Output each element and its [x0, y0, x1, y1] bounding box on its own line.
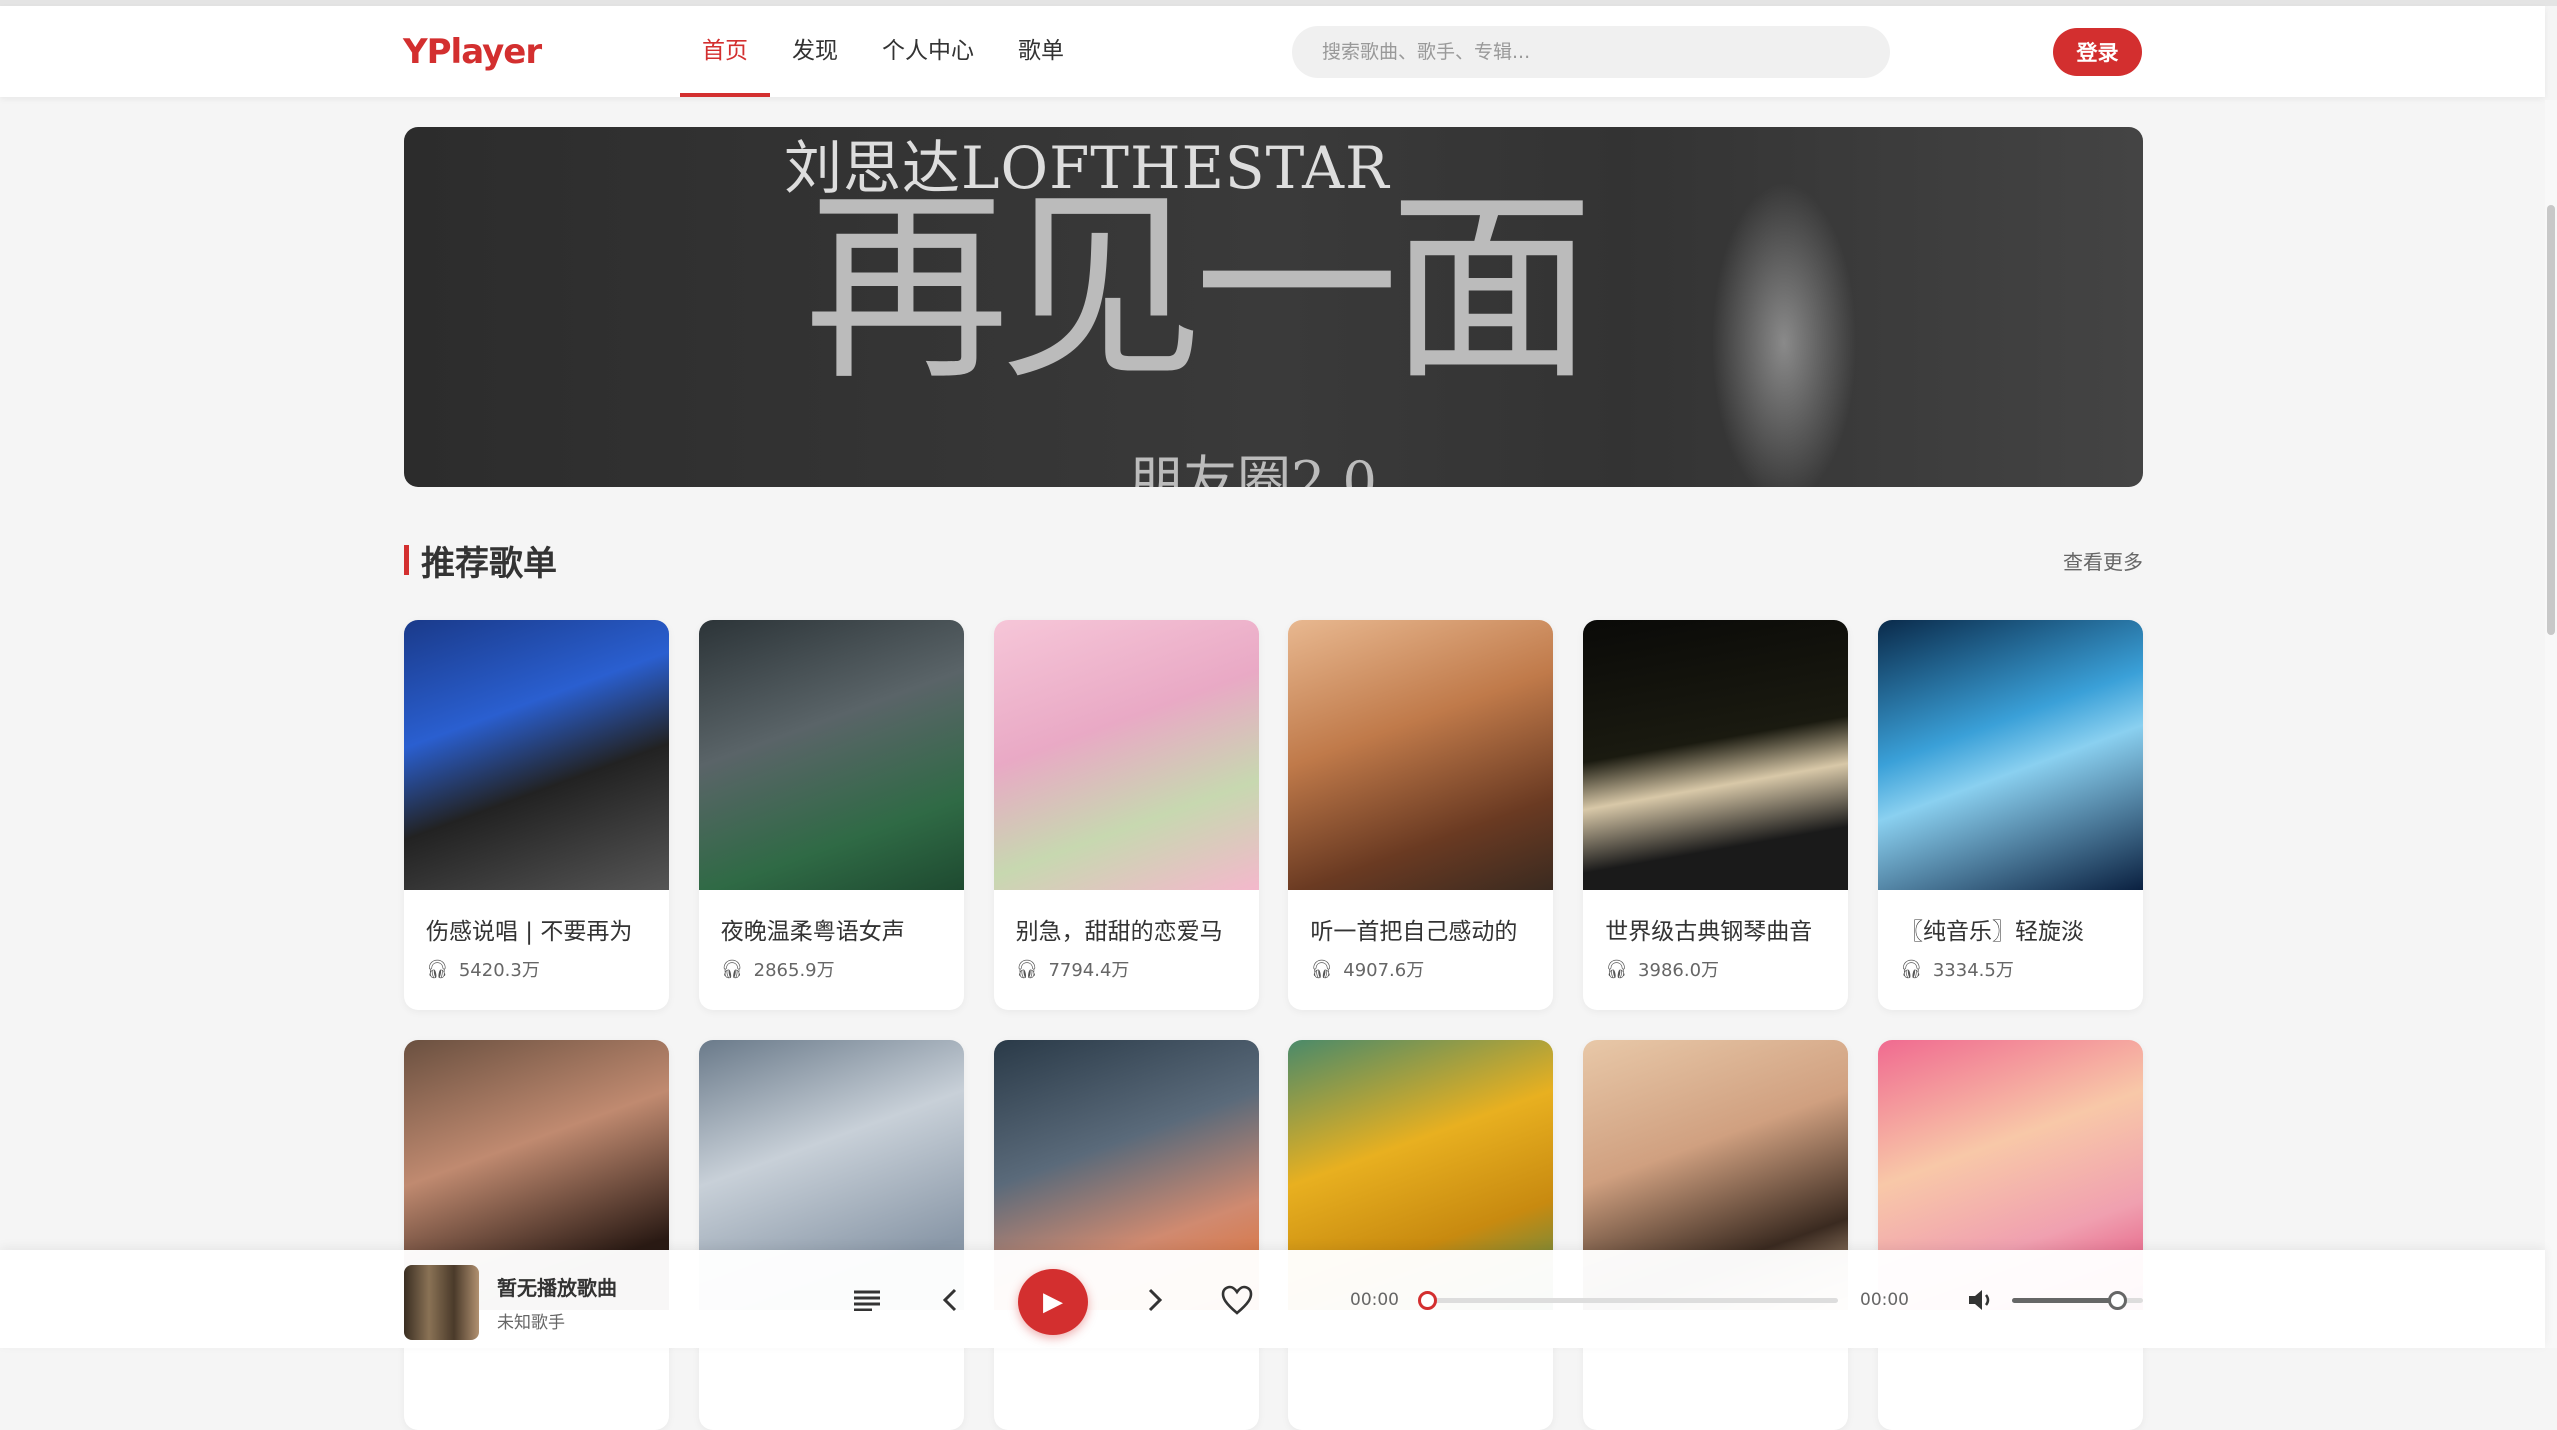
progress-bar[interactable]: [1418, 1291, 1838, 1310]
playlist-cover: [993, 620, 1259, 890]
play-button[interactable]: ▶: [1018, 1269, 1088, 1335]
playlist-card[interactable]: [698, 1040, 964, 1430]
play-count: 🎧︎ 5420.3万: [404, 946, 669, 982]
now-playing-cover: [404, 1265, 479, 1340]
current-time: 00:00: [1350, 1290, 1399, 1310]
next-icon[interactable]: [1140, 1285, 1170, 1315]
banner-title: 再见一面: [804, 170, 1594, 408]
play-count: 🎧︎ 3334.5万: [1878, 946, 2143, 982]
scroll-thumb[interactable]: [2547, 205, 2555, 635]
section-title: 推荐歌单: [404, 540, 557, 584]
play-count-value: 4907.6万: [1343, 960, 1425, 981]
playlist-title: 伤感说唱 | 不要再为: [426, 919, 633, 945]
playlist-card[interactable]: [404, 1040, 669, 1430]
headphones-icon: 🎧︎: [1310, 958, 1334, 980]
nav-discover[interactable]: 发现: [770, 6, 860, 97]
playlist-card[interactable]: 听一首把自己感动的 🎧︎ 4907.6万: [1288, 620, 1554, 1010]
playlist-title: 别急，甜甜的恋爱马: [1015, 919, 1223, 945]
playlist-title: 夜晚温柔粤语女声: [720, 919, 905, 945]
playlist-card[interactable]: 世界级古典钢琴曲音 🎧︎ 3986.0万: [1583, 620, 1849, 1010]
headphones-icon: 🎧︎: [720, 958, 744, 980]
section-accent-bar: [404, 545, 409, 575]
banner-subtitle: 朋友圈2.0: [1129, 450, 1377, 487]
nav-profile[interactable]: 个人中心: [860, 6, 996, 97]
header: YPlayer 首页 发现 个人中心 歌单 登录: [0, 6, 2545, 97]
banner[interactable]: 刘思达LOFTHESTAR 再见一面 朋友圈2.0: [404, 127, 2143, 487]
play-count: 🎧︎ 3986.0万: [1583, 946, 1848, 982]
playlist-card[interactable]: [1288, 1040, 1554, 1430]
previous-icon[interactable]: [935, 1285, 965, 1315]
playlist-card[interactable]: 伤感说唱 | 不要再为 🎧︎ 5420.3万: [404, 620, 669, 1010]
volume-fill: [2012, 1298, 2117, 1303]
play-icon: ▶: [1043, 1287, 1063, 1317]
playlist-cover: [1288, 620, 1554, 890]
main-nav: 首页 发现 个人中心 歌单: [680, 6, 1086, 97]
playlist-title: 听一首把自己感动的: [1310, 919, 1518, 945]
player-bar: 暂无播放歌曲 未知歌手 ▶ 00:00 00:00: [0, 1250, 2545, 1348]
volume-handle[interactable]: [2107, 1291, 2127, 1310]
progress-handle[interactable]: [1418, 1291, 1437, 1310]
playlist-cover: [1877, 620, 2143, 890]
playlist-card[interactable]: 〖纯音乐〗轻旋淡 🎧︎ 3334.5万: [1877, 620, 2143, 1010]
playlist-card[interactable]: 夜晚温柔粤语女声 🎧︎ 2865.9万: [698, 620, 964, 1010]
play-count-value: 3986.0万: [1638, 960, 1720, 981]
now-playing-title: 暂无播放歌曲: [497, 1276, 617, 1300]
play-count-value: 3334.5万: [1932, 960, 2014, 981]
play-count-value: 7794.4万: [1048, 960, 1130, 981]
playlist-queue-icon[interactable]: [852, 1285, 882, 1315]
search-input[interactable]: [1292, 26, 1890, 78]
play-count-value: 2865.9万: [753, 960, 835, 981]
heart-icon[interactable]: [1220, 1283, 1254, 1317]
playlist-card[interactable]: [1583, 1040, 1849, 1430]
playlist-title: 〖纯音乐〗轻旋淡: [1899, 919, 2084, 945]
section-title-text: 推荐歌单: [421, 543, 557, 584]
login-button[interactable]: 登录: [2053, 28, 2142, 76]
playlist-card[interactable]: 别急，甜甜的恋爱马 🎧︎ 7794.4万: [993, 620, 1259, 1010]
playlist-cover: [404, 620, 669, 890]
logo[interactable]: YPlayer: [403, 32, 542, 72]
playlist-cover: [1583, 620, 1849, 890]
headphones-icon: 🎧︎: [1899, 958, 1923, 980]
nav-home[interactable]: 首页: [680, 6, 770, 97]
play-count: 🎧︎ 7794.4万: [994, 946, 1259, 982]
banner-figure: [1684, 127, 1884, 487]
view-more-link[interactable]: 查看更多: [2040, 546, 2143, 575]
headphones-icon: 🎧︎: [1605, 958, 1629, 980]
duration-time: 00:00: [1860, 1290, 1909, 1310]
playlist-title: 世界级古典钢琴曲音: [1605, 919, 1813, 945]
headphones-icon: 🎧︎: [426, 958, 449, 980]
now-playing-artist: 未知歌手: [497, 1313, 565, 1333]
scrollbar[interactable]: [2545, 100, 2557, 1348]
playlist-cover: [698, 620, 964, 890]
play-count: 🎧︎ 4907.6万: [1288, 946, 1553, 982]
nav-playlists[interactable]: 歌单: [996, 6, 1086, 97]
play-count: 🎧︎ 2865.9万: [699, 946, 964, 982]
headphones-icon: 🎧︎: [1015, 958, 1039, 980]
volume-slider[interactable]: [2012, 1291, 2143, 1310]
playlist-card[interactable]: [993, 1040, 1259, 1430]
play-count-value: 5420.3万: [458, 960, 540, 981]
volume-icon[interactable]: [1965, 1285, 1995, 1315]
playlist-card[interactable]: [1877, 1040, 2143, 1430]
